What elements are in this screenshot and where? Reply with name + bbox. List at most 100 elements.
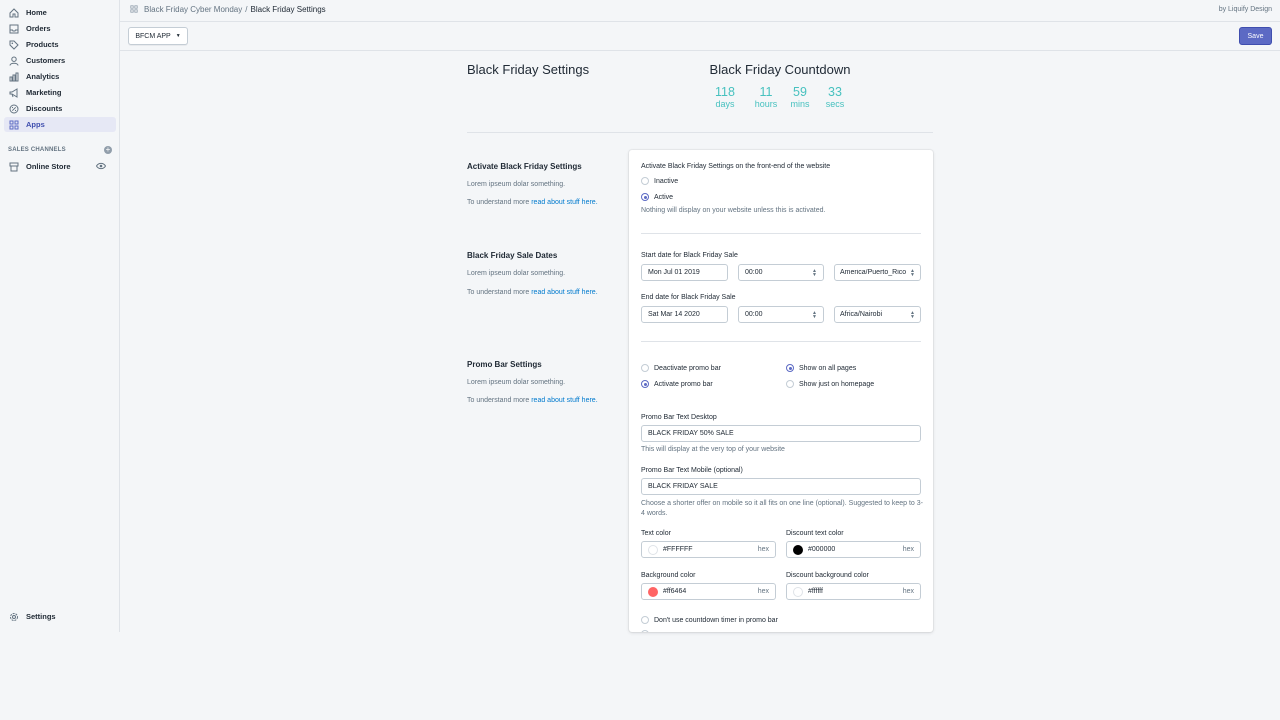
desktop-text-label: Promo Bar Text Desktop — [641, 414, 717, 421]
radio-button[interactable] — [786, 380, 794, 388]
nav-item-home[interactable]: Home — [4, 5, 116, 20]
select-value: Africa/Nairobi — [840, 311, 883, 318]
nav-item-discounts[interactable]: Discounts — [4, 101, 116, 116]
orders-icon — [8, 23, 19, 34]
dates-section-title: Black Friday Sale Dates — [467, 251, 558, 260]
nav-label: Discounts — [26, 104, 63, 113]
select-value: 00:00 — [745, 311, 763, 318]
radio-button[interactable] — [641, 193, 649, 201]
read-more-link[interactable]: read about stuff here. — [531, 199, 597, 206]
end-date-label: End date for Black Friday Sale — [641, 294, 736, 301]
gear-icon — [8, 611, 19, 622]
nav-item-marketing[interactable]: Marketing — [4, 85, 116, 100]
breadcrumb-parent[interactable]: Black Friday Cyber Monday — [144, 5, 242, 14]
nav-label: Products — [26, 40, 59, 49]
app-select-button[interactable]: BFCM APP ▼ — [128, 27, 188, 45]
nav-item-settings[interactable]: Settings — [4, 609, 116, 624]
tag-icon — [8, 39, 19, 50]
activate-section-desc: Lorem ipseum dolar something. — [467, 181, 566, 188]
radio-deactivate-promo[interactable]: Deactivate promo bar — [641, 364, 721, 372]
input-value: BLACK FRIDAY 50% SALE — [648, 430, 734, 437]
input-value: BLACK FRIDAY SALE — [648, 483, 718, 490]
promo-section-desc: Lorem ipseum dolar something. — [467, 379, 566, 386]
nav-item-apps[interactable]: Apps — [4, 117, 116, 132]
radio-button[interactable] — [641, 616, 649, 624]
activate-section-help: To understand more read about stuff here… — [467, 199, 598, 206]
bar-chart-icon — [8, 71, 19, 82]
apps-breadcrumb-icon[interactable] — [130, 5, 138, 15]
dates-section-help: To understand more read about stuff here… — [467, 289, 598, 296]
nav-label: Online Store — [26, 162, 71, 171]
nav-label: Analytics — [26, 72, 60, 81]
input-value: #000000 — [808, 546, 836, 553]
bg-color-label: Background color — [641, 572, 696, 579]
megaphone-icon — [8, 87, 19, 98]
select-arrows-icon: ▲ ▼ — [812, 309, 817, 320]
select-value: America/Puerto_Rico — [840, 269, 907, 276]
countdown-mins: 59 mins — [786, 86, 814, 110]
end-date-input[interactable]: Sat Mar 14 2020 — [641, 306, 728, 323]
countdown-unit: days — [715, 99, 735, 109]
color-swatch[interactable] — [648, 544, 658, 555]
discount-bg-color-label: Discount background color — [786, 572, 869, 579]
radio-no-countdown[interactable]: Don't use countdown timer in promo bar — [641, 616, 778, 624]
countdown-unit: mins — [790, 99, 810, 109]
help-prefix: To understand more — [467, 199, 530, 206]
radio-button[interactable] — [786, 364, 794, 372]
select-value: 00:00 — [745, 269, 763, 276]
save-button[interactable]: Save — [1239, 27, 1272, 45]
nav-item-analytics[interactable]: Analytics — [4, 69, 116, 84]
app-select-label: BFCM APP — [135, 32, 171, 40]
hex-suffix: hex — [757, 546, 769, 553]
countdown-value: 33 — [828, 85, 842, 99]
input-value: #ff6464 — [663, 588, 687, 595]
help-prefix: To understand more — [467, 397, 530, 404]
color-swatch[interactable] — [793, 586, 803, 597]
end-time-select[interactable]: 00:00 ▲ ▼ — [738, 306, 824, 323]
discount-bg-color-input[interactable]: #ffffff hex — [786, 583, 921, 600]
countdown-value: 11 — [759, 85, 773, 99]
eye-icon[interactable] — [95, 162, 107, 172]
radio-show-homepage[interactable]: Show just on homepage — [786, 380, 874, 388]
countdown-timer: 118 days 11 hours 59 mins 33 secs — [711, 85, 848, 110]
text-color-input[interactable]: #FFFFFF hex — [641, 541, 776, 558]
radio-button[interactable] — [641, 177, 649, 185]
radio-button[interactable] — [641, 364, 649, 372]
read-more-link[interactable]: read about stuff here. — [531, 289, 597, 296]
radio-inactive[interactable]: Inactive — [641, 177, 678, 185]
bg-color-input[interactable]: #ff6464 hex — [641, 583, 776, 600]
mobile-text-help: Choose a shorter offer on mobile so it a… — [641, 500, 923, 517]
desktop-text-input[interactable]: BLACK FRIDAY 50% SALE — [641, 425, 921, 442]
start-timezone-select[interactable]: America/Puerto_Rico ▲ ▼ — [834, 264, 921, 281]
countdown-unit: hours — [754, 99, 778, 109]
radio-button[interactable] — [641, 380, 649, 388]
nav-item-customers[interactable]: Customers — [4, 53, 116, 68]
radio-activate-promo[interactable]: Activate promo bar — [641, 380, 713, 388]
nav-label: Apps — [26, 120, 45, 129]
radio-button[interactable] — [641, 630, 649, 632]
read-more-link[interactable]: read about stuff here. — [531, 397, 597, 404]
radio-show-all-pages[interactable]: Show on all pages — [786, 364, 856, 372]
add-channel-icon[interactable]: + — [104, 146, 112, 154]
countdown-value: 118 — [715, 85, 735, 99]
top-bar: Black Friday Cyber Monday / Black Friday S… — [120, 0, 1280, 22]
nav-item-orders[interactable]: Orders — [4, 21, 116, 36]
start-time-select[interactable]: 00:00 ▲ ▼ — [738, 264, 824, 281]
radio-partial[interactable] — [641, 630, 649, 632]
start-date-input[interactable]: Mon Jul 01 2019 — [641, 264, 728, 281]
nav-item-products[interactable]: Products — [4, 37, 116, 52]
breadcrumb: Black Friday Cyber Monday / Black Friday S… — [144, 5, 326, 14]
end-timezone-select[interactable]: Africa/Nairobi ▲ ▼ — [834, 306, 921, 323]
color-swatch[interactable] — [793, 544, 803, 555]
nav-item-online-store[interactable]: Online Store — [4, 159, 116, 174]
countdown-days: 118 days — [711, 85, 739, 110]
mobile-text-input[interactable]: BLACK FRIDAY SALE — [641, 478, 921, 495]
section-divider — [641, 341, 921, 342]
page-title: Black Friday Settings — [467, 62, 590, 77]
radio-label: Active — [654, 193, 674, 201]
radio-active[interactable]: Active — [641, 193, 673, 201]
discount-text-color-input[interactable]: #000000 hex — [786, 541, 921, 558]
desktop-text-help: This will display at the very top of you… — [641, 446, 785, 453]
promo-section-title: Promo Bar Settings — [467, 360, 542, 369]
color-swatch[interactable] — [648, 586, 658, 597]
